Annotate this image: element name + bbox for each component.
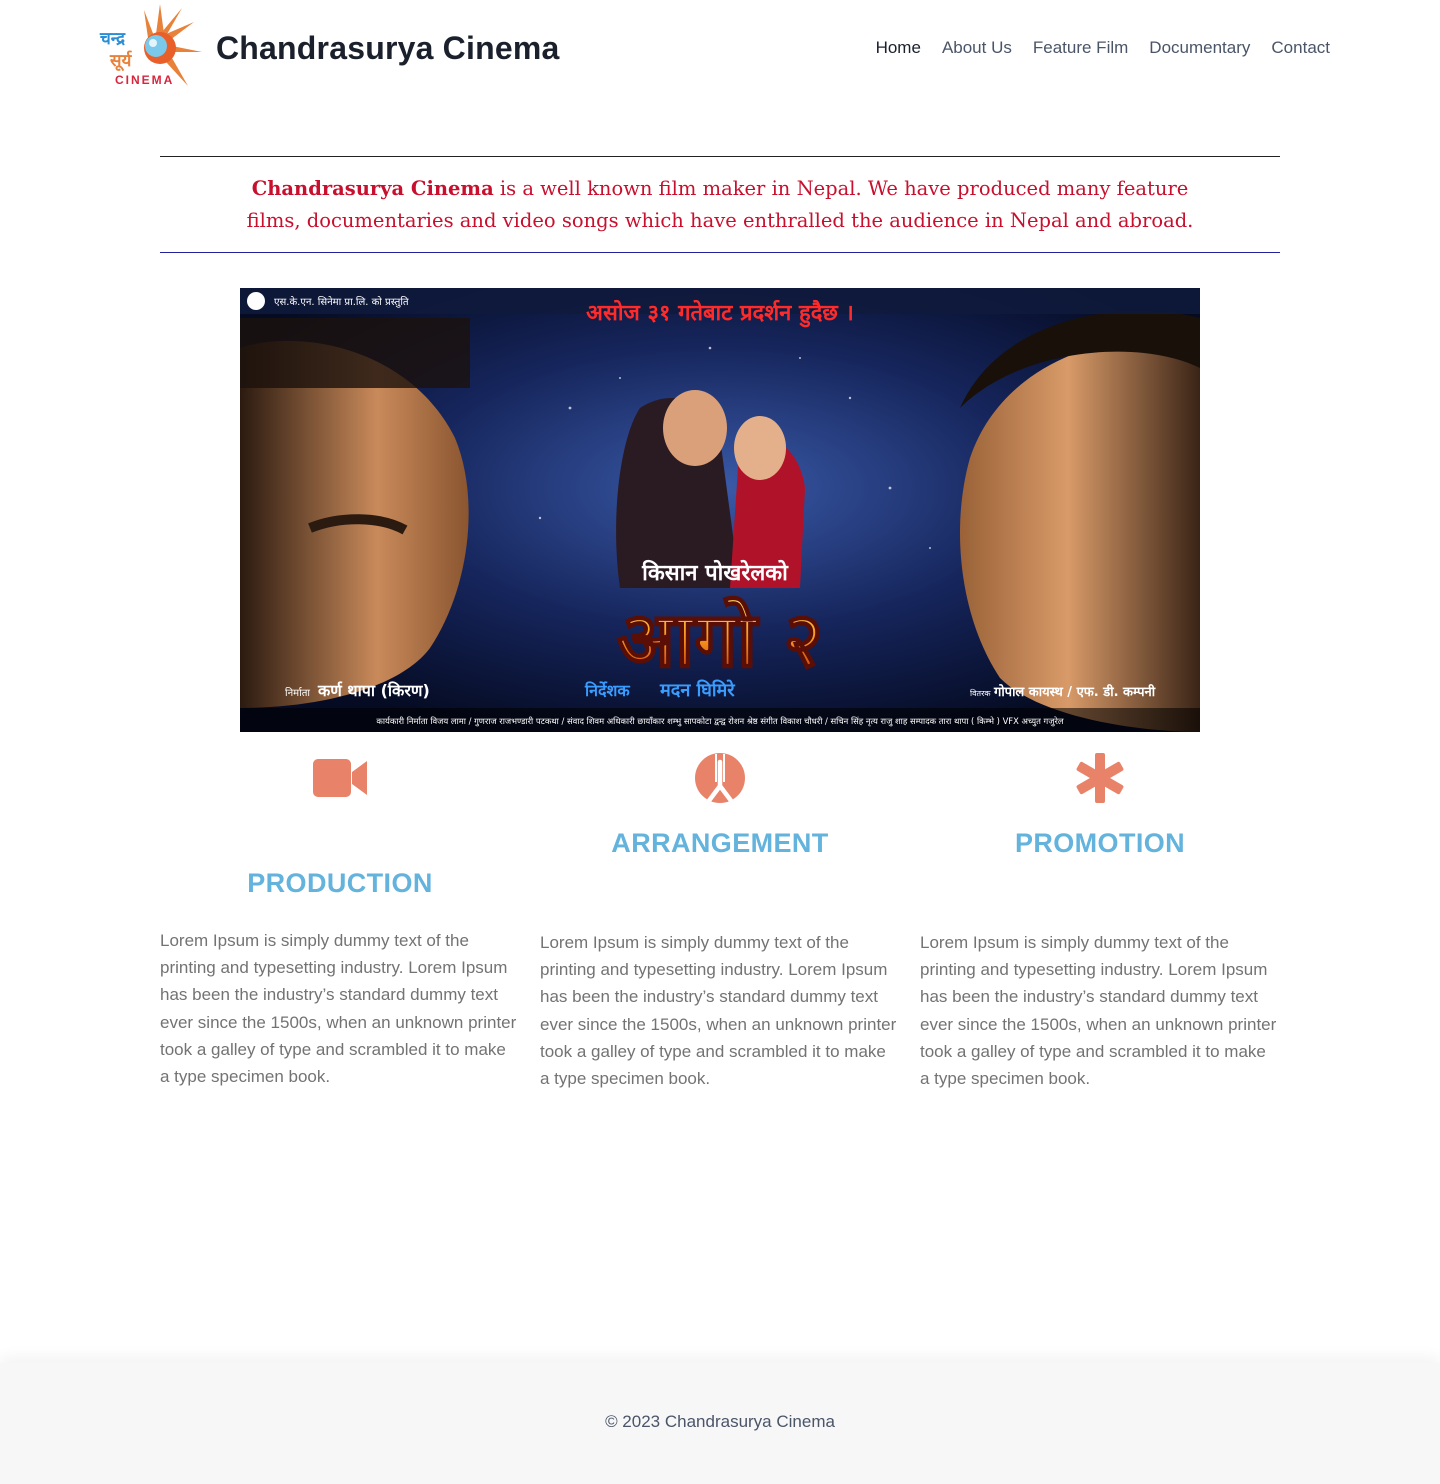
feature-production: PRODUCTION Lorem Ipsum is simply dummy t… (160, 752, 520, 1090)
poster-release: असोज ३१ गतेबाट प्रदर्शन हुदैछ । (586, 299, 854, 328)
logo-text-mid: सूर्य (110, 51, 132, 71)
intro-text: Chandrasurya Cinema is a well known film… (235, 173, 1205, 237)
video-camera-icon (313, 759, 367, 797)
site-logo[interactable]: चन्द्र सूर्य CINEMA (98, 4, 202, 98)
poster-producer: कर्ण थापा (किरण) (317, 681, 430, 700)
renren-icon (695, 753, 745, 804)
poster-presenter: एस.के.एन. सिनेमा प्रा.लि. को प्रस्तुति (274, 296, 409, 308)
site-footer: © 2023 Chandrasurya Cinema (0, 1363, 1440, 1484)
feature-arrangement-title: ARRANGEMENT (611, 828, 829, 858)
site-title[interactable]: Chandrasurya Cinema (216, 30, 559, 67)
feature-arrangement: ARRANGEMENT Lorem Ipsum is simply dummy … (540, 752, 900, 1092)
logo-text-bottom: CINEMA (115, 73, 175, 87)
poster-credits: कार्यकारी निर्माता विजय लामा / गुणराज रा… (376, 716, 1063, 727)
nav-about-us[interactable]: About Us (942, 38, 1012, 58)
poster-image: एस.के.एन. सिनेमा प्रा.लि. को प्रस्तुति अ… (240, 288, 1200, 732)
poster-subtitle: किसान पोखरेलको (641, 559, 789, 586)
nav-contact[interactable]: Contact (1271, 38, 1330, 58)
feature-production-title: PRODUCTION (247, 868, 433, 898)
poster-director-label: निर्देशक (584, 681, 630, 700)
nav-documentary[interactable]: Documentary (1149, 38, 1250, 58)
feature-production-text: Lorem Ipsum is simply dummy text of the … (160, 931, 517, 1087)
poster-badge-icon (247, 292, 265, 310)
nav-home[interactable]: Home (876, 38, 921, 58)
poster-director: मदन घिमिरे (659, 679, 735, 701)
intro-section: Chandrasurya Cinema is a well known film… (160, 156, 1280, 253)
logo-text-top: चन्द्र (100, 29, 126, 49)
feature-promotion: PROMOTION Lorem Ipsum is simply dummy te… (920, 752, 1280, 1092)
asterisk-icon (1076, 753, 1124, 803)
feature-promotion-text: Lorem Ipsum is simply dummy text of the … (920, 933, 1277, 1089)
poster-distributor-label: वितरक (970, 688, 991, 698)
nav-feature-film[interactable]: Feature Film (1033, 38, 1128, 58)
movie-poster: एस.के.एन. सिनेमा प्रा.लि. को प्रस्तुति अ… (240, 288, 1200, 732)
footer-copyright: © 2023 Chandrasurya Cinema (605, 1412, 835, 1431)
poster-title: आगो २ (617, 595, 823, 684)
site-header: चन्द्र सूर्य CINEMA Chandrasurya Cinema … (0, 0, 1440, 100)
main-nav: Home About Us Feature Film Documentary C… (876, 38, 1330, 58)
poster-producer-label: निर्माता (285, 687, 310, 699)
feature-arrangement-text: Lorem Ipsum is simply dummy text of the … (540, 933, 897, 1089)
poster-distributor: गोपाल कायस्थ / एफ. डी. कम्पनी (993, 684, 1156, 700)
intro-brand: Chandrasurya Cinema (251, 176, 494, 200)
feature-promotion-title: PROMOTION (1014, 828, 1186, 858)
